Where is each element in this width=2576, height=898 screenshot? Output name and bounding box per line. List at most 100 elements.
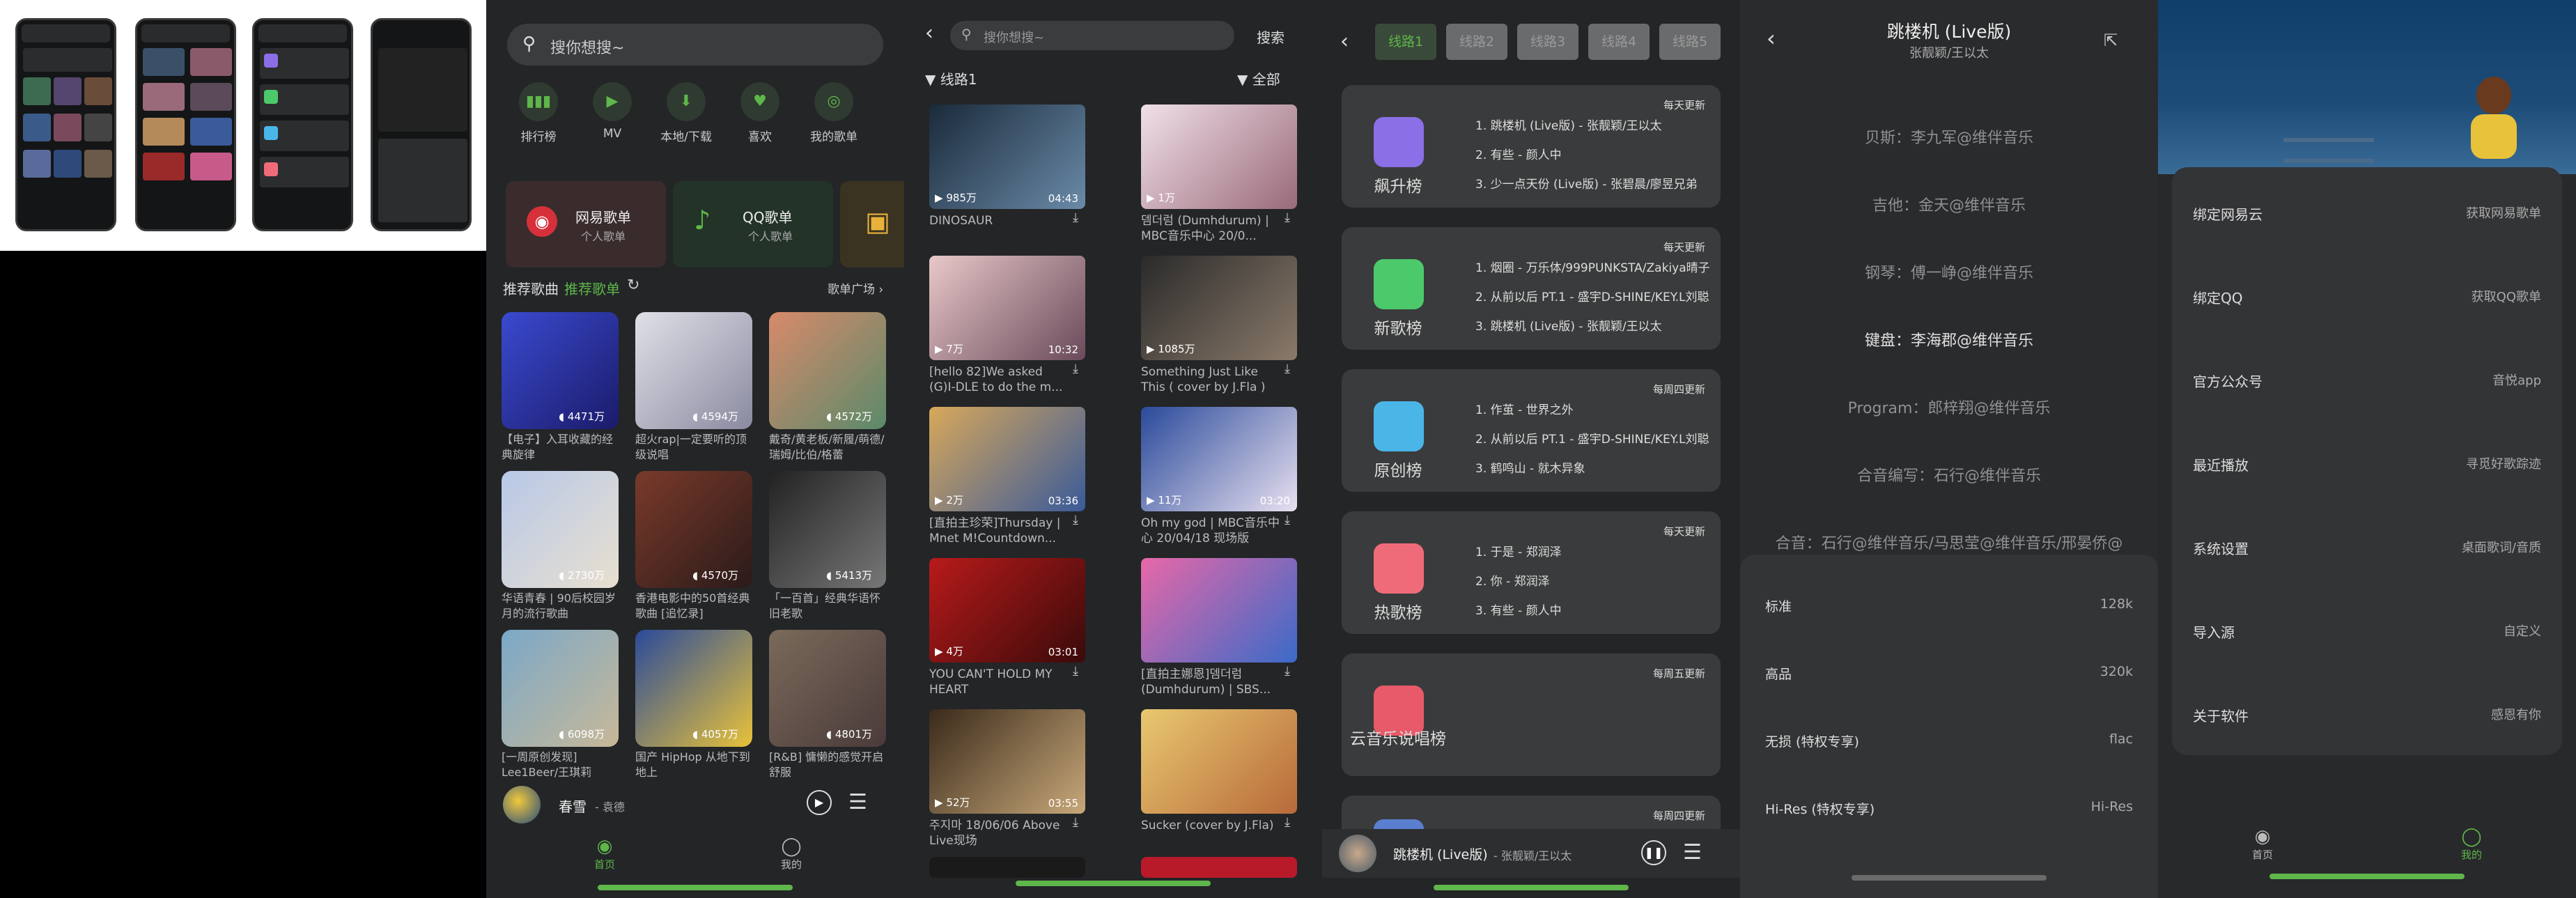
settings-row[interactable]: 系统设置 桌面歌词/音质 xyxy=(2172,517,2562,575)
playlist-title[interactable]: 【电子】入耳收藏的经典旋律 xyxy=(502,432,619,465)
playlist-cover[interactable]: ◖ 4057万 xyxy=(635,630,752,747)
pause-icon[interactable]: ❚❚ xyxy=(1641,840,1666,865)
video-thumb[interactable]: ▶ 1085万 xyxy=(1141,256,1297,360)
download-icon[interactable]: ⤓ xyxy=(1285,210,1290,225)
share-icon[interactable]: ⇱ xyxy=(2104,31,2118,50)
quality-option[interactable]: 无损 (特权专享) flac xyxy=(1765,731,2133,752)
shortcut-2[interactable]: ⬇ 本地/下载 xyxy=(655,82,717,144)
home-nav-tab[interactable]: ◉ 首页 xyxy=(2235,826,2290,862)
download-icon[interactable]: ⤓ xyxy=(1073,362,1078,376)
download-icon[interactable]: ⤓ xyxy=(1285,513,1290,527)
search-button[interactable]: 搜索 xyxy=(1257,26,1285,47)
play-icon[interactable]: ▶ xyxy=(807,790,832,815)
playlist-cover[interactable]: ◖ 4801万 xyxy=(769,630,886,747)
preview-home[interactable] xyxy=(15,18,116,231)
video-title[interactable]: [hello 82]We asked (G)I-DLE to do the m.… xyxy=(929,364,1069,395)
preview-charts[interactable] xyxy=(252,18,353,231)
video-title[interactable]: 뎀더럼 (Dumhdurum) | MBC音乐中心 20/0... xyxy=(1141,213,1280,244)
video-thumb[interactable] xyxy=(1141,709,1297,814)
playlist-title[interactable]: 「一百首」经典华语怀旧老歌 xyxy=(769,591,886,624)
video-title[interactable]: Something Just Like This ( cover by J.Fl… xyxy=(1141,364,1280,395)
shortcut-3[interactable]: ♥ 喜欢 xyxy=(729,82,791,144)
quality-option[interactable]: Hi-Res (特权专享) Hi-Res xyxy=(1765,799,2133,820)
avatar[interactable] xyxy=(2468,77,2520,167)
video-title[interactable]: YOU CAN'T HOLD MY HEART xyxy=(929,667,1069,697)
video-title[interactable]: DINOSAUR xyxy=(929,213,1069,244)
chart-card[interactable]: 每天更新 热歌榜 1. 于是 - 郑润泽 2. 你 - 郑润泽 3. 有些 - 颜人中 xyxy=(1342,511,1721,634)
shortcut-1[interactable]: ▶ MV xyxy=(581,82,644,141)
video-thumb[interactable]: ▶ 7万 10:32 xyxy=(929,256,1085,360)
chart-card[interactable]: 每周五更新 云音乐说唱榜 xyxy=(1342,653,1721,776)
playlist-cover[interactable]: ◖ 4594万 xyxy=(635,312,752,429)
settings-row[interactable]: 关于软件 感恩有你 xyxy=(2172,684,2562,743)
back-icon[interactable]: ‹ xyxy=(1340,29,1349,54)
playlist-title[interactable]: [R&B] 慵懒的感觉开启舒服 xyxy=(769,750,886,783)
shortcut-0[interactable]: ▮▮▮ 排行榜 xyxy=(507,82,570,144)
quality-option[interactable]: 高品 320k xyxy=(1765,664,2133,685)
settings-row[interactable]: 绑定网易云 获取网易歌单 xyxy=(2172,183,2562,241)
playlist-cover[interactable]: ◖ 5413万 xyxy=(769,471,886,588)
section-tab-playlists[interactable]: 推荐歌单 xyxy=(564,278,620,298)
video-thumb[interactable]: ▶ 52万 03:55 xyxy=(929,709,1085,814)
video-title[interactable]: 주지마 18/06/06 Above Live现场 xyxy=(929,818,1069,849)
filter-line[interactable]: ▼ 线路1 xyxy=(925,68,977,88)
download-icon[interactable]: ⤓ xyxy=(1073,815,1078,830)
video-thumb[interactable]: ▶ 4万 03:01 xyxy=(929,558,1085,663)
video-thumb[interactable]: ▶ 2万 03:36 xyxy=(929,407,1085,511)
tab-line-5[interactable]: 线路5 xyxy=(1659,24,1721,60)
video-title[interactable]: [直拍主珍荣]Thursday | Mnet M!Countdown... xyxy=(929,516,1069,546)
chart-card[interactable]: 每天更新 飙升榜 1. 跳楼机 (Live版) - 张靓颖/王以太 2. 有些 - 颜… xyxy=(1342,85,1721,208)
section-tab-songs[interactable]: 推荐歌曲 xyxy=(503,278,559,298)
playlist-cover[interactable]: ◖ 4572万 xyxy=(769,312,886,429)
video-thumb[interactable]: ▶ 1万 xyxy=(1141,104,1297,209)
tab-line-3[interactable]: 线路3 xyxy=(1517,24,1578,60)
playlist-cover[interactable]: ◖ 4471万 xyxy=(502,312,619,429)
quality-option[interactable]: 标准 128k xyxy=(1765,596,2133,617)
shortcut-4[interactable]: ◎ 我的歌单 xyxy=(802,82,865,144)
tab-line-1[interactable]: 线路1 xyxy=(1375,24,1436,60)
playlist-title[interactable]: 超火rap|一定要听的顶级说唱 xyxy=(635,432,752,465)
settings-row[interactable]: 最近播放 寻觅好歌踪迹 xyxy=(2172,433,2562,492)
mini-player[interactable]: 跳楼机 (Live版) - 张靓颖/王以太 ❚❚ ☰ xyxy=(1322,829,1740,878)
video-thumb[interactable] xyxy=(1141,857,1297,878)
preview-player[interactable] xyxy=(371,18,472,231)
download-icon[interactable]: ⤓ xyxy=(1073,664,1078,679)
tab-line-2[interactable]: 线路2 xyxy=(1446,24,1507,60)
video-thumb[interactable] xyxy=(1141,558,1297,663)
settings-row[interactable]: 官方公众号 音悦app xyxy=(2172,350,2562,408)
download-icon[interactable]: ⤓ xyxy=(1285,664,1290,679)
video-thumb[interactable] xyxy=(929,857,1085,878)
video-thumb[interactable]: ▶ 11万 03:20 xyxy=(1141,407,1297,511)
download-icon[interactable]: ⤓ xyxy=(1073,210,1078,225)
download-icon[interactable]: ⤓ xyxy=(1285,362,1290,376)
video-title[interactable]: Oh my god | MBC音乐中心 20/04/18 现场版 xyxy=(1141,516,1280,546)
tab-line-4[interactable]: 线路4 xyxy=(1588,24,1650,60)
video-thumb[interactable]: ▶ 985万 04:43 xyxy=(929,104,1085,209)
filter-all[interactable]: ▼ 全部 xyxy=(1237,68,1280,88)
settings-row[interactable]: 导入源 自定义 xyxy=(2172,601,2562,659)
video-title[interactable]: Sucker (cover by J.Fla) xyxy=(1141,818,1280,849)
source-card-qq[interactable]: ♪ QQ歌单 个人歌单 xyxy=(673,181,833,268)
back-icon[interactable]: ‹ xyxy=(925,21,933,45)
mine-nav-tab[interactable]: ◯ 我的 xyxy=(2444,826,2499,862)
preview-mv[interactable] xyxy=(135,18,236,231)
playlist-title[interactable]: 华语青春 | 90后校园岁月的流行歌曲 xyxy=(502,591,619,624)
settings-row[interactable]: 绑定QQ 获取QQ歌单 xyxy=(2172,266,2562,325)
playlist-cover[interactable]: ◖ 2730万 xyxy=(502,471,619,588)
mini-player[interactable]: 春雪 - 袁德 ▶ ☰ xyxy=(486,780,904,829)
playlist-title[interactable]: [一周原创发现] Lee1Beer/王琪莉 xyxy=(502,750,619,783)
playlist-icon[interactable]: ☰ xyxy=(848,790,867,814)
chart-card[interactable]: 每周四更新 原创榜 1. 作茧 - 世界之外 2. 从前以后 PT.1 - 盛宇D-S… xyxy=(1342,369,1721,492)
playlist-square-link[interactable]: 歌单广场 › xyxy=(828,279,883,297)
mine-nav-tab[interactable]: ◯ 我的 xyxy=(763,836,819,872)
playlist-title[interactable]: 戴奇/黄老板/新履/萌德/瑞姆/比伯/格蕾 xyxy=(769,432,886,465)
search-input[interactable]: ⚲ 搜你想搜~ xyxy=(950,21,1234,50)
playlist-cover[interactable]: ◖ 6098万 xyxy=(502,630,619,747)
source-card-radio[interactable]: ▣ xyxy=(840,181,904,268)
playlist-title[interactable]: 香港电影中的50首经典歌曲 [追忆录] xyxy=(635,591,752,624)
download-icon[interactable]: ⤓ xyxy=(1285,815,1290,830)
search-input[interactable]: ⚲ 搜你想搜~ xyxy=(507,24,883,65)
playlist-title[interactable]: 国产 HipHop 从地下到地上 xyxy=(635,750,752,783)
playlist-cover[interactable]: ◖ 4570万 xyxy=(635,471,752,588)
source-card-netease[interactable]: ◉ 网易歌单 个人歌单 xyxy=(506,181,666,268)
